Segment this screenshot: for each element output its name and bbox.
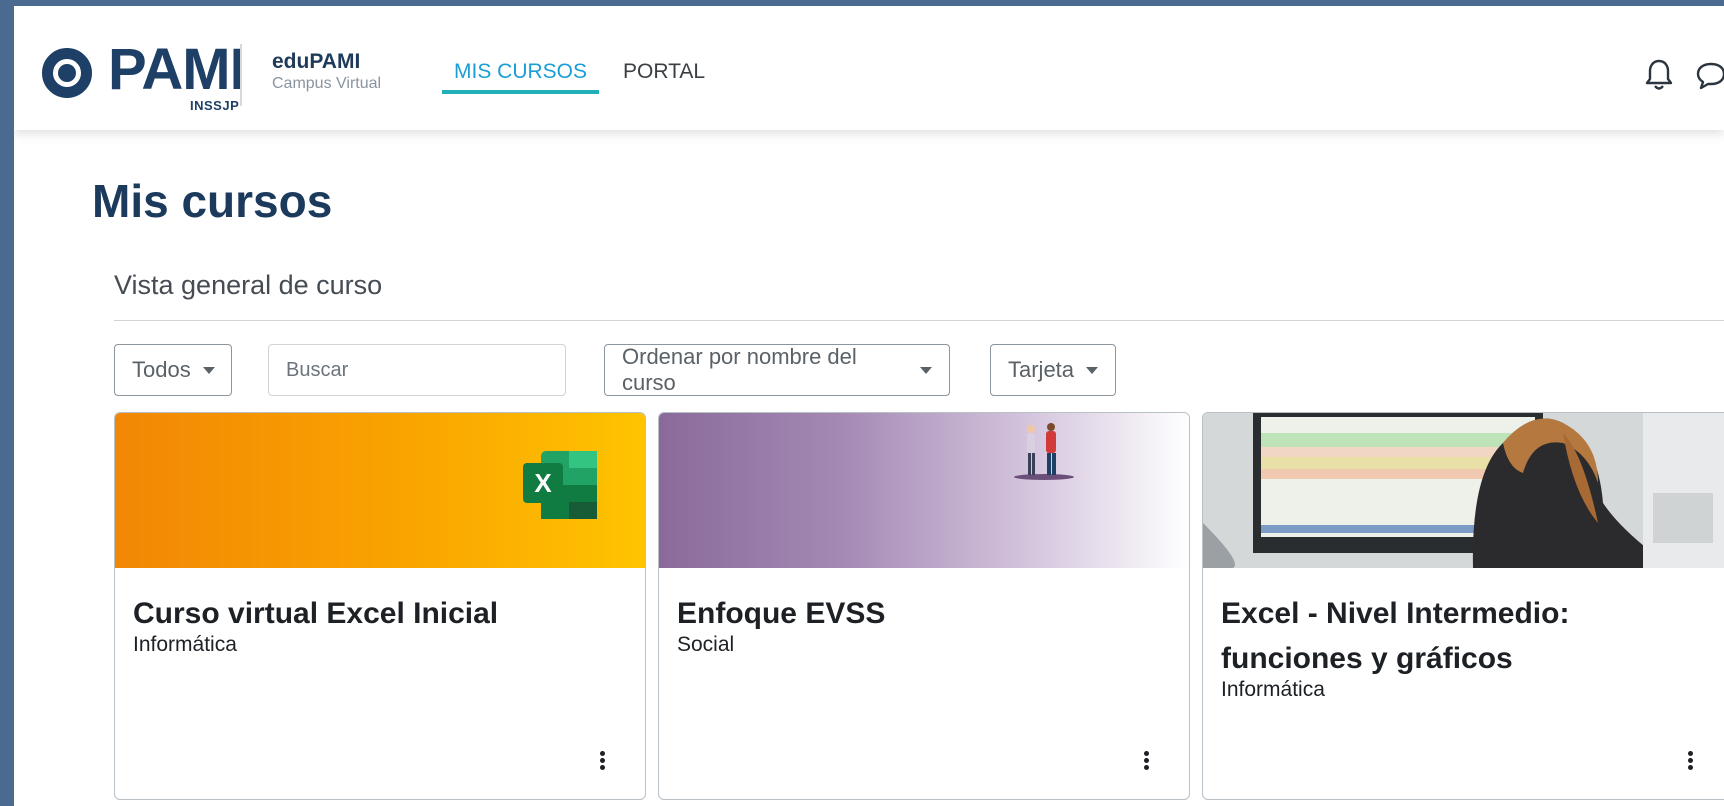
- pami-logo-icon: [42, 48, 92, 98]
- course-image[interactable]: [659, 413, 1189, 568]
- logo-text: PAMI: [108, 37, 246, 102]
- card-menu-icon[interactable]: [1141, 751, 1151, 771]
- people-illustration-icon: [1014, 423, 1074, 480]
- caret-down-icon: [202, 366, 215, 374]
- caret-down-icon: [1086, 366, 1099, 374]
- browser-frame: PAMI INSSJP eduPAMI Campus Virtual MIS C…: [0, 0, 1724, 806]
- nav-mis-cursos[interactable]: MIS CURSOS: [442, 58, 600, 94]
- card-menu-icon[interactable]: [597, 751, 607, 771]
- sort-dropdown[interactable]: Ordenar por nombre del curso: [604, 344, 950, 396]
- card-menu-icon[interactable]: [1685, 751, 1695, 771]
- logo-subtext: INSSJP: [190, 98, 240, 113]
- course-title[interactable]: Enfoque EVSS: [677, 591, 1175, 636]
- course-card[interactable]: Enfoque EVSS Social: [658, 412, 1190, 800]
- course-card[interactable]: X Curso virtual Excel Inicial Informátic…: [114, 412, 646, 800]
- section-divider: [114, 320, 1724, 321]
- course-image[interactable]: [1203, 413, 1724, 568]
- course-title[interactable]: Curso virtual Excel Inicial: [133, 591, 631, 636]
- page-title: Mis cursos: [92, 175, 333, 227]
- search-input[interactable]: [268, 344, 566, 396]
- brand-name: eduPAMI: [272, 50, 361, 73]
- svg-text:X: X: [534, 468, 552, 498]
- top-navbar: PAMI INSSJP eduPAMI Campus Virtual MIS C…: [14, 6, 1724, 130]
- section-title: Vista general de curso: [114, 270, 383, 300]
- status-filter-dropdown[interactable]: Todos: [114, 344, 232, 396]
- course-info: Enfoque EVSS Social: [677, 591, 1175, 658]
- sort-label: Ordenar por nombre del curso: [622, 344, 857, 395]
- header-icons: [1644, 58, 1724, 92]
- view-label: Tarjeta: [1008, 357, 1075, 382]
- excel-icon: X: [523, 451, 597, 519]
- course-info: Curso virtual Excel Inicial Informática: [133, 591, 631, 658]
- caret-down-icon: [920, 366, 932, 374]
- bell-icon[interactable]: [1644, 58, 1674, 92]
- header-divider: [240, 44, 242, 106]
- view-dropdown[interactable]: Tarjeta: [990, 344, 1116, 396]
- brand-subtitle: Campus Virtual: [272, 75, 382, 92]
- course-card[interactable]: Excel - Nivel Intermedio: funciones y gr…: [1202, 412, 1724, 800]
- course-title[interactable]: Excel - Nivel Intermedio: funciones y gr…: [1221, 591, 1719, 681]
- student-computer-photo-icon: [1203, 413, 1724, 568]
- primary-nav: MIS CURSOS PORTAL: [442, 58, 707, 94]
- course-image[interactable]: X: [115, 413, 645, 568]
- pami-logo[interactable]: PAMI INSSJP: [28, 38, 246, 113]
- chat-icon[interactable]: [1694, 58, 1724, 92]
- status-filter-label: Todos: [132, 357, 191, 382]
- course-info: Excel - Nivel Intermedio: funciones y gr…: [1221, 591, 1719, 703]
- nav-portal[interactable]: PORTAL: [611, 58, 707, 94]
- brand[interactable]: eduPAMI Campus Virtual: [272, 50, 381, 94]
